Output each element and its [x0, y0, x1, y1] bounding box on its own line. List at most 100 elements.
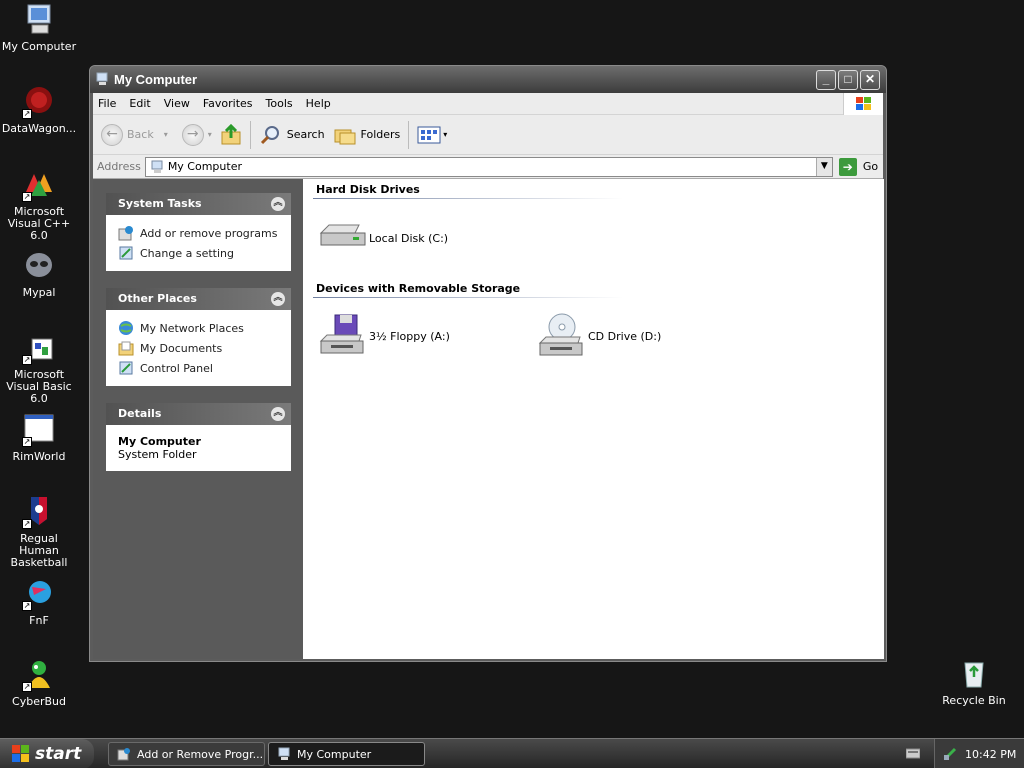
shortcut-arrow-icon: ↗	[22, 437, 32, 447]
shortcut-arrow-icon: ↗	[22, 601, 32, 611]
system-tasks-panel: System Tasks ︽ Add or remove programs Ch…	[106, 193, 291, 271]
removable-storage-heading: Devices with Removable Storage	[316, 282, 521, 295]
go-label: Go	[862, 160, 879, 173]
chevron-down-icon[interactable]: ▾	[164, 130, 168, 139]
group-divider	[313, 198, 623, 199]
computer-icon	[95, 72, 109, 86]
add-remove-programs-icon	[118, 226, 133, 241]
globe-icon	[119, 321, 133, 335]
views-button[interactable]: ▾	[417, 125, 447, 145]
network-places-link[interactable]: My Network Places	[118, 318, 281, 338]
menu-favorites[interactable]: Favorites	[203, 97, 253, 110]
minimize-button[interactable]: _	[816, 70, 836, 90]
shortcut-arrow-icon: ↗	[22, 519, 32, 529]
folders-button[interactable]: Folders	[333, 124, 400, 146]
shortcut-arrow-icon: ↗	[22, 355, 32, 365]
visual-cpp-icon: ↗	[22, 168, 56, 202]
toolbar: ← Back ▾ → ▾ Search Folders ▾	[93, 115, 883, 155]
content-pane: Hard Disk Drives Local Disk (C:) Devices…	[303, 179, 884, 659]
computer-icon	[151, 160, 163, 173]
desktop-icon-label: Recycle Bin	[942, 694, 1006, 707]
close-button[interactable]: ✕	[860, 70, 880, 90]
shortcut-arrow-icon: ↗	[22, 109, 32, 119]
taskbar-item-my-computer[interactable]: My Computer	[268, 742, 425, 766]
add-remove-programs-icon	[117, 748, 130, 761]
taskbar-item-add-remove-programs[interactable]: Add or Remove Progr...	[108, 742, 265, 766]
cd-drive-d[interactable]: CD Drive (D:)	[536, 313, 661, 359]
start-label: start	[35, 744, 82, 764]
chevron-down-icon[interactable]: ▾	[208, 130, 212, 139]
control-panel-icon	[119, 361, 133, 375]
menu-help[interactable]: Help	[306, 97, 331, 110]
system-tasks-header[interactable]: System Tasks ︽	[106, 193, 291, 215]
group-divider	[313, 297, 623, 298]
link-label: Change a setting	[140, 246, 234, 260]
desktop-icon-basketball[interactable]: ↗ Regual Human Basketball	[0, 495, 78, 569]
panel-title: System Tasks	[118, 197, 202, 210]
address-field[interactable]: My Computer ▼	[144, 156, 833, 177]
desktop-icon-label: FnF	[29, 614, 49, 627]
menu-view[interactable]: View	[164, 97, 190, 110]
search-button[interactable]: Search	[259, 123, 325, 147]
my-computer-window: My Computer _ □ ✕ File Edit View Favorit…	[89, 65, 887, 662]
task-label: My Computer	[297, 747, 372, 761]
link-label: Add or remove programs	[140, 226, 278, 240]
drive-label: Local Disk (C:)	[369, 231, 449, 245]
link-label: Control Panel	[140, 361, 213, 375]
control-panel-link[interactable]: Control Panel	[118, 358, 281, 378]
desktop-icon-visual-basic[interactable]: ↗ Microsoft Visual Basic 6.0	[0, 331, 78, 405]
desktop-icon-label: RimWorld	[12, 450, 66, 463]
add-remove-programs-link[interactable]: Add or remove programs	[118, 223, 281, 243]
link-label: My Documents	[140, 341, 223, 355]
forward-arrow-icon: →	[181, 123, 204, 146]
computer-icon	[278, 747, 290, 760]
menu-tools[interactable]: Tools	[266, 97, 293, 110]
collapse-chevron-icon[interactable]: ︽	[271, 197, 285, 211]
menu-edit[interactable]: Edit	[129, 97, 150, 110]
my-documents-link[interactable]: My Documents	[118, 338, 281, 358]
desktop-icon-mypal[interactable]: Mypal	[0, 249, 78, 299]
details-header[interactable]: Details ︽	[106, 403, 291, 425]
desktop-icon-cyberbud[interactable]: ↗ CyberBud	[0, 658, 78, 708]
start-button[interactable]: start	[0, 739, 94, 768]
taskbar: start Add or Remove Progr... My Computer…	[0, 738, 1024, 768]
up-folder-button[interactable]	[220, 123, 242, 146]
desktop-icon-rimworld[interactable]: ↗ RimWorld	[0, 413, 78, 463]
local-disk-c[interactable]: Local Disk (C:)	[317, 215, 448, 261]
maximize-button[interactable]: □	[838, 70, 858, 90]
collapse-chevron-icon[interactable]: ︽	[271, 407, 285, 421]
datawagon-icon: ↗	[22, 85, 56, 119]
drive-label: CD Drive (D:)	[588, 329, 662, 343]
cd-drive-icon	[538, 313, 583, 356]
views-icon	[417, 126, 441, 143]
address-bar: Address My Computer ▼ ➔ Go	[93, 155, 883, 179]
windows-flag-icon	[12, 745, 30, 763]
floppy-drive-a[interactable]: 3½ Floppy (A:)	[317, 313, 450, 359]
title-bar[interactable]: My Computer _ □ ✕	[90, 66, 886, 93]
desktop-icon-my-computer[interactable]: My Computer	[0, 3, 78, 53]
change-setting-link[interactable]: Change a setting	[118, 243, 281, 263]
rimworld-icon: ↗	[22, 413, 56, 447]
desktop-icon-datawagon[interactable]: ↗ DataWagon...	[0, 85, 78, 135]
menu-file[interactable]: File	[98, 97, 116, 110]
forward-button[interactable]: → ▾	[181, 123, 212, 146]
back-button[interactable]: ← Back ▾	[101, 123, 168, 146]
go-button[interactable]: ➔ Go	[838, 157, 879, 176]
keyboard-icon[interactable]	[905, 747, 921, 762]
address-label: Address	[97, 160, 141, 173]
basketball-icon: ↗	[22, 495, 56, 529]
documents-folder-icon	[118, 341, 134, 356]
panel-title: Details	[118, 407, 162, 420]
details-name: My Computer	[118, 435, 201, 448]
desktop-icon-fnf[interactable]: ↗ FnF	[0, 577, 78, 627]
panel-title: Other Places	[118, 292, 197, 305]
desktop-icon-recycle-bin[interactable]: Recycle Bin	[934, 657, 1014, 707]
desktop-icon-label: Mypal	[22, 286, 56, 299]
network-tray-icon[interactable]	[943, 747, 957, 761]
chevron-down-icon[interactable]: ▼	[815, 157, 832, 176]
cyberbud-icon: ↗	[22, 658, 56, 692]
desktop-icon-visual-cpp[interactable]: ↗ Microsoft Visual C++ 6.0	[0, 168, 78, 242]
other-places-header[interactable]: Other Places ︽	[106, 288, 291, 310]
clock[interactable]: 10:42 PM	[965, 748, 1016, 761]
collapse-chevron-icon[interactable]: ︽	[271, 292, 285, 306]
